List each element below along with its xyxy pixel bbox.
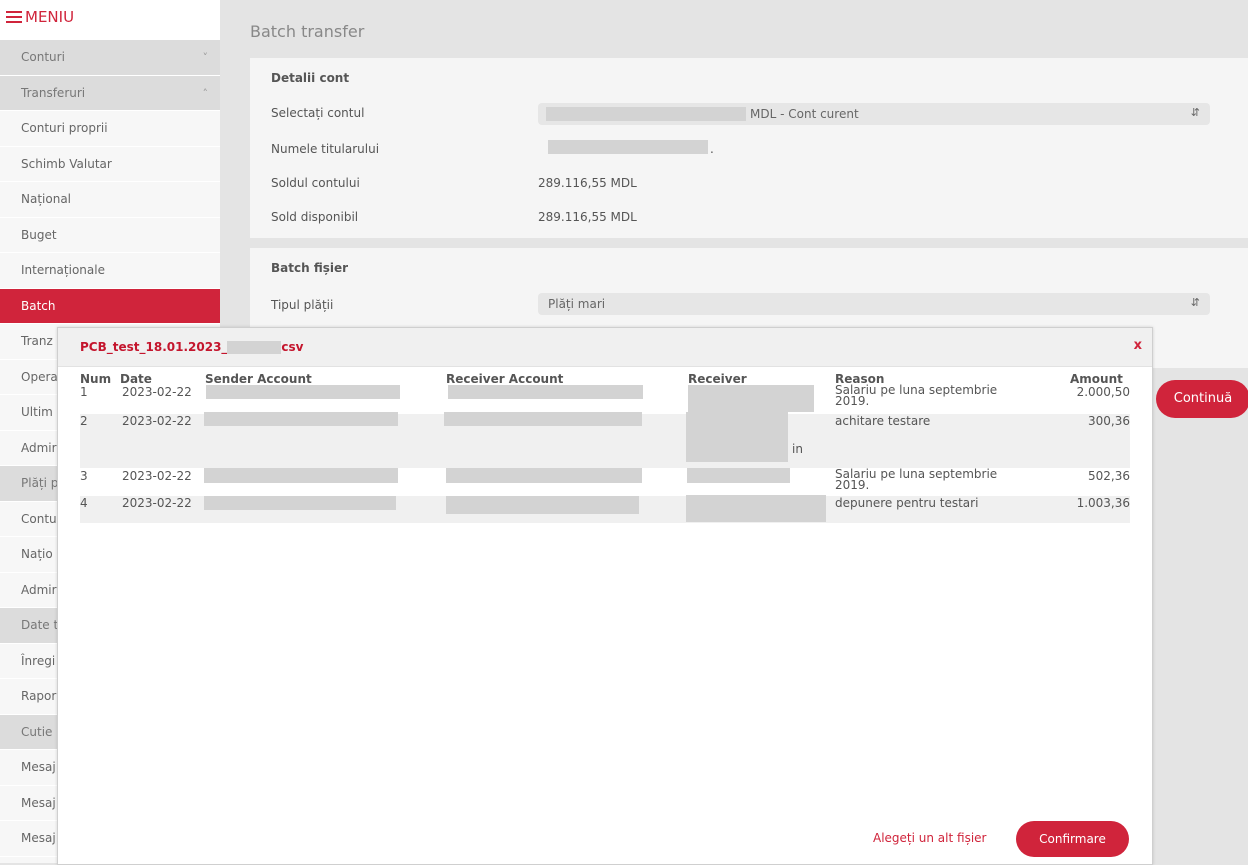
select-account-label: Selectați contul — [271, 106, 365, 120]
redacted-receiver — [687, 468, 790, 483]
file-preview-modal: PCB_test_18.01.2023_ csv x Num Date Sende… — [57, 327, 1153, 865]
redacted-receiver — [688, 385, 814, 412]
section-heading: Detalii cont — [271, 71, 350, 85]
column-header-receiver-account: Receiver Account — [446, 372, 564, 386]
redacted-receiver-account — [448, 385, 643, 399]
sidebar-item-schimb-valutar[interactable]: Schimb Valutar — [0, 147, 220, 182]
choose-another-file-link[interactable]: Alegeți un alt fișier — [873, 831, 986, 845]
table-row: 4 2023-02-22 depunere pentru testari 1.0… — [80, 495, 1130, 523]
payment-type-label: Tipul plății — [271, 298, 334, 312]
confirm-button[interactable]: Confirmare — [1016, 821, 1129, 857]
column-header-sender-account: Sender Account — [205, 372, 312, 386]
cell-receiver-fragment: in — [792, 442, 803, 456]
balance-label: Soldul contului — [271, 176, 360, 190]
cell-reason: Salariu pe luna septembrie 2019. — [835, 383, 998, 408]
account-details-panel: Detalii cont Selectați contul MDL - Cont… — [250, 58, 1248, 238]
redacted-receiver-account — [446, 468, 642, 483]
cell-reason: depunere pentru testari — [835, 496, 979, 510]
modal-title: PCB_test_18.01.2023_ csv — [80, 340, 304, 354]
sidebar-item-label: Conturi — [21, 50, 65, 64]
redacted-account-number — [546, 107, 746, 121]
redacted-sender-account — [204, 496, 396, 510]
cell-amount: 2.000,50 — [1076, 385, 1130, 399]
redacted-file-name-part — [227, 341, 282, 354]
modal-header: PCB_test_18.01.2023_ csv x — [58, 328, 1152, 367]
column-header-receiver: Receiver — [688, 372, 747, 386]
hamburger-icon — [6, 11, 22, 23]
chevron-down-icon: ˅ — [202, 51, 209, 64]
holder-name-label: Numele titularului — [271, 142, 380, 156]
cell-num: 1 — [80, 385, 88, 399]
column-header-num: Num — [80, 372, 112, 386]
close-button[interactable]: x — [1134, 338, 1142, 353]
file-name-prefix: PCB_test_18.01.2023_ — [80, 340, 228, 354]
table-row: 3 2023-02-22 Salariu pe luna septembrie … — [80, 467, 1130, 495]
table-row: 1 2023-02-22 Salariu pe luna septembrie … — [80, 383, 1130, 412]
redacted-sender-account — [204, 468, 398, 483]
select-arrows-icon: ⇵ — [1190, 296, 1200, 309]
cell-num: 4 — [80, 496, 88, 510]
redacted-receiver — [686, 412, 788, 462]
continue-button[interactable]: Continuă — [1156, 380, 1248, 418]
cell-date: 2023-02-22 — [122, 414, 192, 428]
cell-num: 3 — [80, 469, 88, 483]
sidebar-item-batch[interactable]: Batch — [0, 288, 220, 324]
table-row: 2 2023-02-22 in achitare testare 300,36 — [80, 412, 1130, 468]
column-header-date: Date — [120, 372, 152, 386]
redacted-receiver-account — [446, 496, 639, 514]
cell-amount: 502,36 — [1088, 469, 1130, 483]
chevron-up-icon: ˄ — [202, 86, 209, 100]
sidebar-item-internationale[interactable]: Internaționale — [0, 253, 220, 289]
redacted-receiver — [686, 495, 826, 522]
sidebar-item-conturi-proprii[interactable]: Conturi proprii — [0, 111, 220, 147]
select-arrows-icon: ⇵ — [1190, 106, 1200, 119]
menu-button[interactable]: MENIU — [6, 8, 74, 26]
cell-date: 2023-02-22 — [122, 385, 192, 399]
redacted-holder-name — [548, 140, 708, 154]
sidebar-item-label: Transferuri — [21, 85, 86, 100]
redacted-sender-account — [206, 385, 400, 399]
available-balance-value: 289.116,55 MDL — [538, 210, 637, 224]
cell-reason: Salariu pe luna septembrie 2019. — [835, 467, 998, 492]
cell-date: 2023-02-22 — [122, 469, 192, 483]
cell-num: 2 — [80, 414, 88, 428]
sidebar-item-buget[interactable]: Buget — [0, 218, 220, 253]
payment-type-select[interactable]: Plăți mari ⇵ — [538, 293, 1210, 315]
account-select-value: MDL - Cont curent — [750, 107, 859, 121]
file-name-suffix: csv — [281, 340, 304, 354]
cell-amount: 1.003,36 — [1076, 496, 1130, 510]
sidebar-item-national[interactable]: Național — [0, 182, 220, 218]
page-title: Batch transfer — [250, 22, 365, 41]
redacted-sender-account — [204, 412, 398, 426]
holder-name-suffix: . — [710, 142, 714, 156]
section-heading: Batch fișier — [271, 261, 349, 275]
available-balance-label: Sold disponibil — [271, 210, 359, 224]
sidebar-item-conturi[interactable]: Conturi ˅ — [0, 40, 220, 76]
redacted-receiver-account — [444, 412, 642, 426]
payment-type-value: Plăți mari — [548, 297, 606, 311]
cell-amount: 300,36 — [1088, 414, 1130, 428]
cell-reason: achitare testare — [835, 414, 931, 428]
balance-value: 289.116,55 MDL — [538, 176, 637, 190]
sidebar-item-transferuri[interactable]: Transferuri ˄ — [0, 75, 220, 111]
menu-label: MENIU — [25, 8, 75, 26]
account-select[interactable]: MDL - Cont curent ⇵ — [538, 103, 1210, 125]
cell-date: 2023-02-22 — [122, 496, 192, 510]
column-header-amount: Amount — [1070, 372, 1123, 386]
